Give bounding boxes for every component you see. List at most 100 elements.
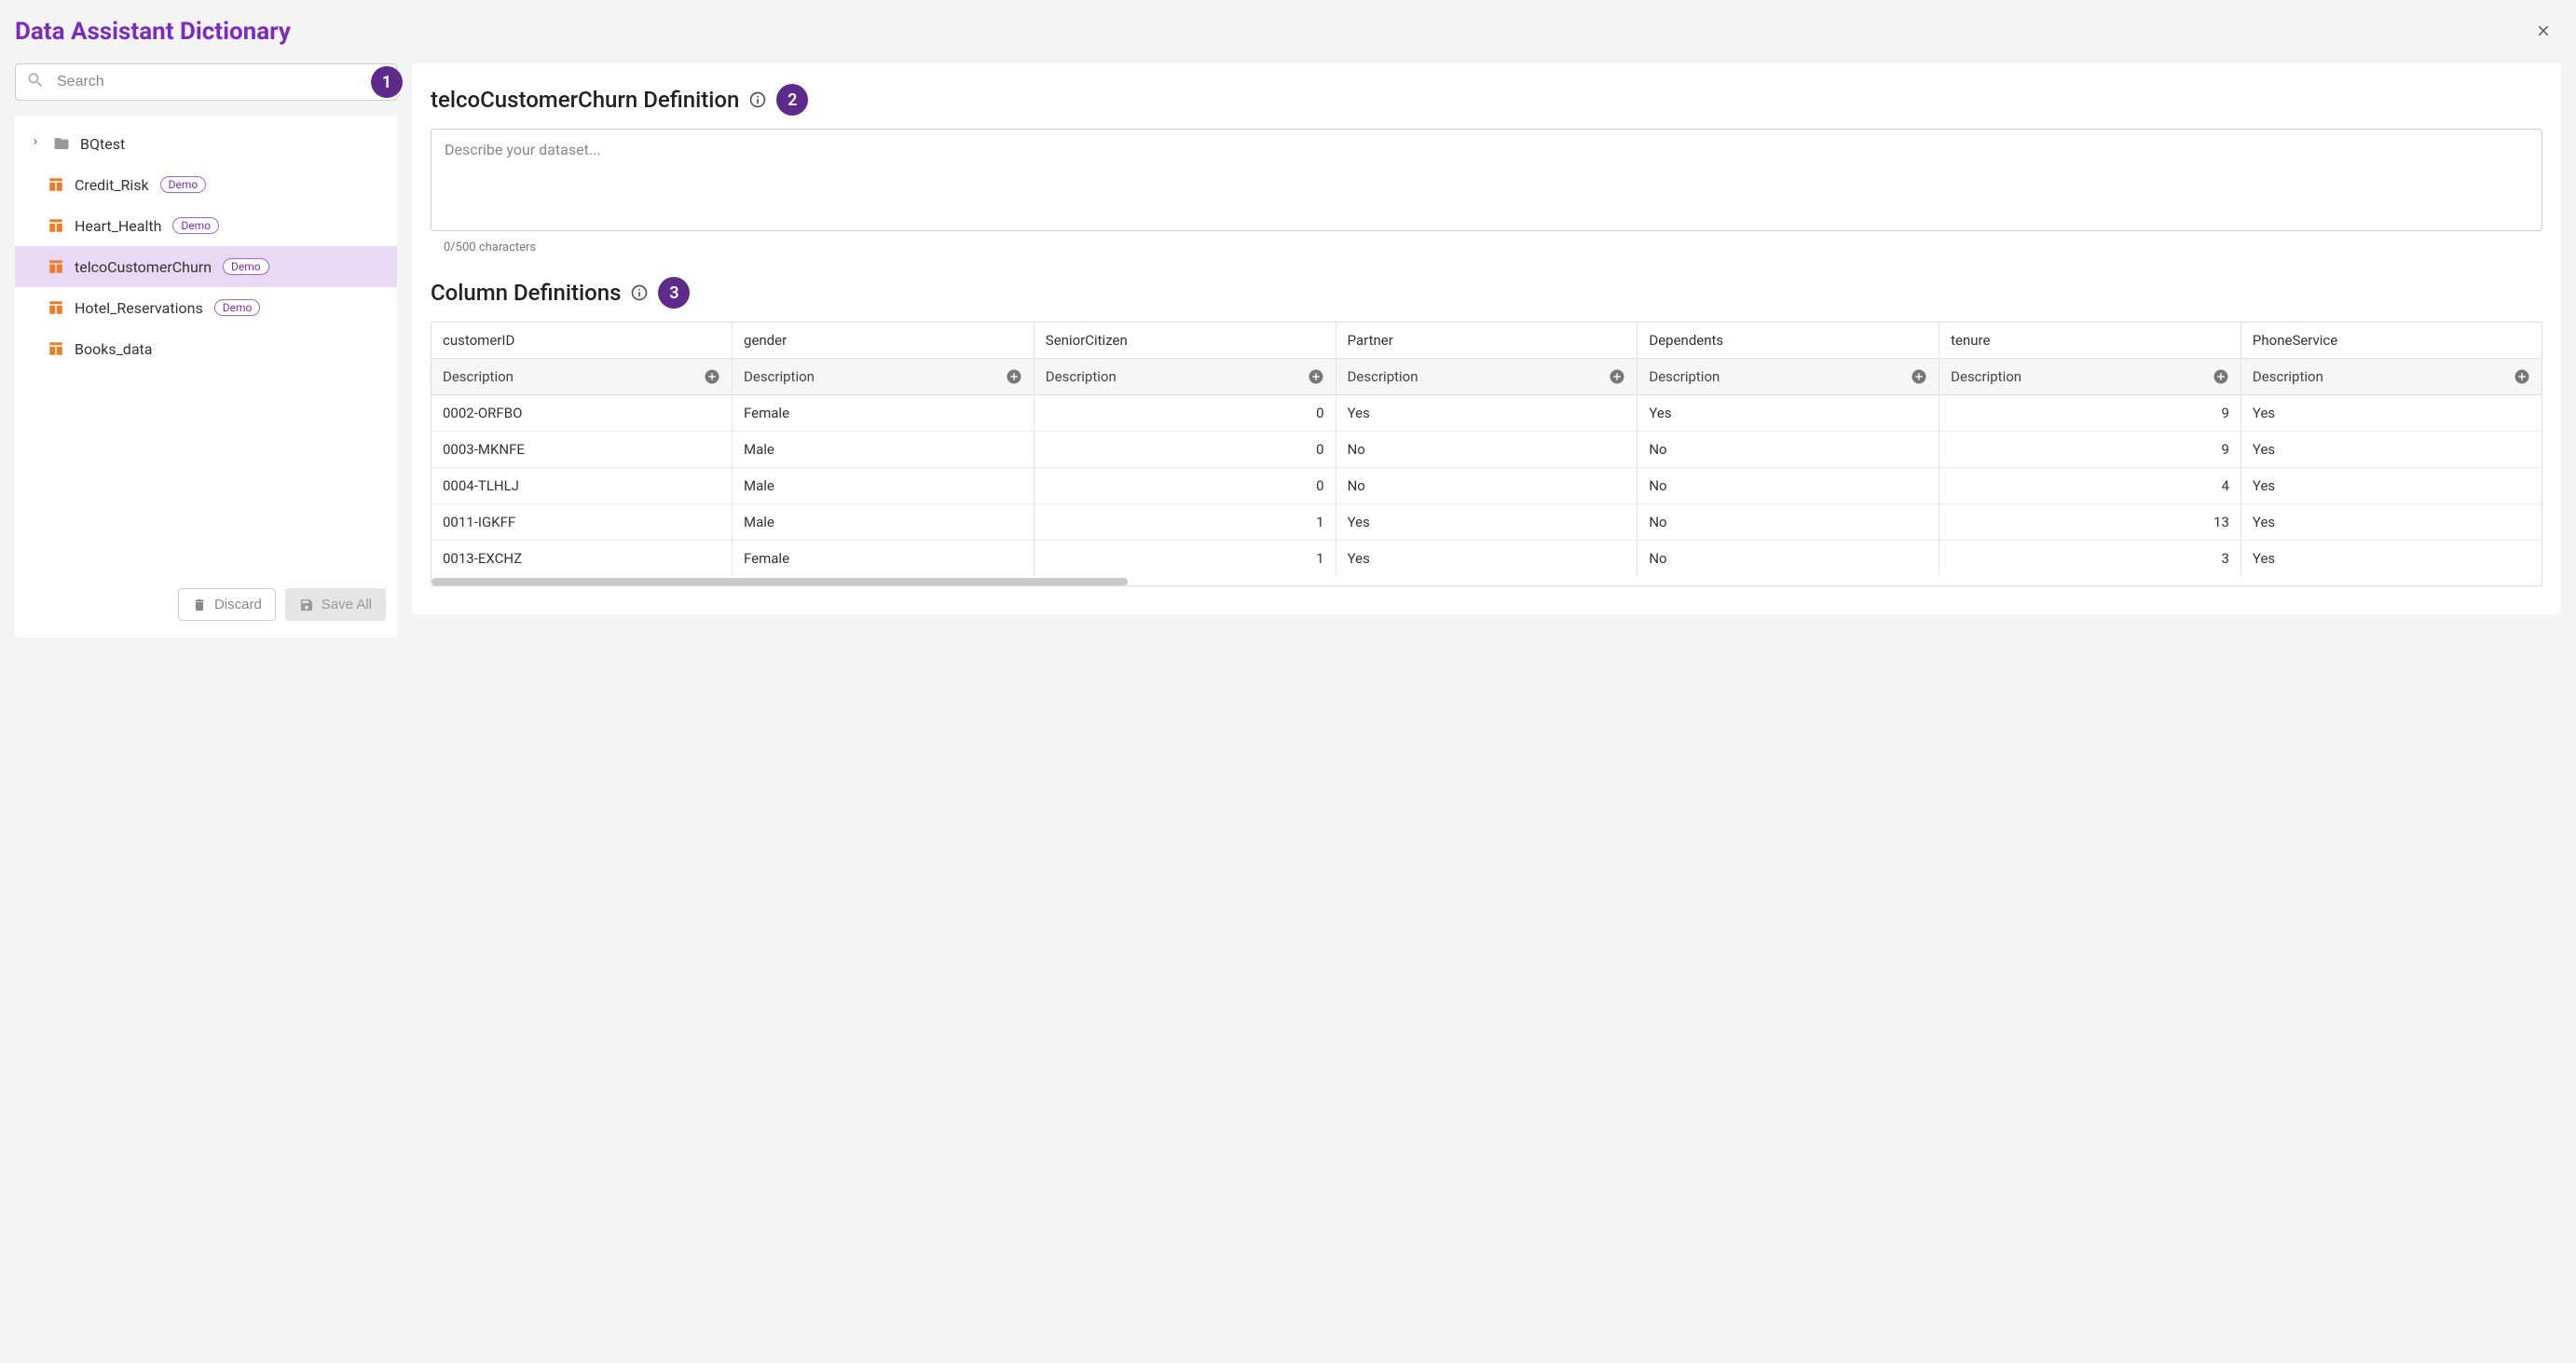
column-description-cell[interactable]: Description [1939,359,2241,395]
table-cell: 3 [1939,541,2241,577]
description-label: Description [1951,368,2021,385]
table-cell: Yes [1336,395,1637,432]
table-cell: No [1637,541,1939,577]
table-cell: 0 [1034,468,1336,504]
column-description-cell[interactable]: Description [432,359,733,395]
save-all-button[interactable]: Save All [285,588,386,621]
table-cell: 0004-TLHLJ [432,468,733,504]
table-cell: No [1637,504,1939,541]
column-description-cell[interactable]: Description [1034,359,1336,395]
table-cell: Yes [2240,395,2542,432]
tree-item-label: Books_data [75,340,152,358]
dataset-description-input[interactable] [431,129,2542,231]
tree-folder-bqtest[interactable]: BQtest [15,123,397,164]
table-cell: 0002-ORFBO [432,395,733,432]
column-header: SeniorCitizen [1034,323,1336,359]
annotation-badge-2: 2 [776,84,808,116]
search-icon [26,71,45,93]
info-icon[interactable] [630,283,649,302]
table-cell: Yes [2240,541,2542,577]
table-icon [47,216,65,235]
tree-item-heart_health[interactable]: Heart_Health Demo [15,205,397,246]
tree-item-telcocustomerchurn[interactable]: telcoCustomerChurn Demo [15,246,397,287]
discard-button[interactable]: Discard [178,588,276,621]
discard-label: Discard [214,597,262,613]
column-description-cell[interactable]: Description [1336,359,1637,395]
demo-badge: Demo [160,176,207,193]
plus-circle-icon[interactable] [2514,368,2530,385]
table-cell: Yes [2240,468,2542,504]
plus-circle-icon[interactable] [704,368,720,385]
page-title: Data Assistant Dictionary [15,18,291,46]
trash-icon [192,598,207,613]
tree-item-label: Credit_Risk [75,176,149,194]
table-icon [47,298,65,317]
table-icon [47,339,65,358]
table-cell: Yes [1336,541,1637,577]
tree-item-books_data[interactable]: Books_data [15,328,397,369]
horizontal-scrollbar[interactable] [432,578,1128,585]
demo-badge: Demo [214,299,261,316]
table-cell: 9 [1939,395,2241,432]
table-cell: Male [733,432,1035,468]
table-cell: 0003-MKNFE [432,432,733,468]
columns-table: customerIDgenderSeniorCitizenPartnerDepe… [432,323,2542,576]
column-description-cell[interactable]: Description [2240,359,2542,395]
definition-title: telcoCustomerChurn Definition [431,87,739,113]
column-description-cell[interactable]: Description [733,359,1035,395]
description-label: Description [1348,368,1418,385]
table-row: 0002-ORFBOFemale0YesYes9Yes [432,395,2542,432]
table-icon [47,257,65,276]
folder-icon [52,134,71,153]
description-label: Description [1649,368,1720,385]
char-count: 0/500 characters [444,241,2542,255]
close-icon [2535,22,2552,39]
chevron-right-icon [30,136,43,151]
table-cell: Female [733,395,1035,432]
column-header: Dependents [1637,323,1939,359]
table-cell: 13 [1939,504,2241,541]
column-description-cell[interactable]: Description [1637,359,1939,395]
column-header: gender [733,323,1035,359]
table-cell: No [1637,432,1939,468]
table-cell: 0 [1034,395,1336,432]
table-row: 0004-TLHLJMale0NoNo4Yes [432,468,2542,504]
plus-circle-icon[interactable] [1308,368,1324,385]
annotation-badge-3: 3 [658,277,690,309]
demo-badge: Demo [223,258,269,275]
dataset-tree: BQtest Credit_RiskDemoHeart_HealthDemote… [15,116,397,638]
plus-circle-icon[interactable] [1911,368,1927,385]
description-label: Description [744,368,815,385]
info-icon[interactable] [748,90,767,109]
main-panel: telcoCustomerChurn Definition 2 0/500 ch… [412,63,2561,614]
columns-table-wrap[interactable]: customerIDgenderSeniorCitizenPartnerDepe… [431,322,2542,586]
table-cell: 9 [1939,432,2241,468]
plus-circle-icon[interactable] [2213,368,2229,385]
table-cell: 0013-EXCHZ [432,541,733,577]
tree-item-label: Heart_Health [75,217,161,235]
column-header: PhoneService [2240,323,2542,359]
plus-circle-icon[interactable] [1609,368,1625,385]
table-row: 0003-MKNFEMale0NoNo9Yes [432,432,2542,468]
demo-badge: Demo [172,217,219,234]
search-input[interactable] [15,63,397,101]
table-cell: Yes [1637,395,1939,432]
close-button[interactable] [2526,15,2561,48]
column-header: tenure [1939,323,2241,359]
tree-item-label: Hotel_Reservations [75,299,203,317]
tree-item-label: telcoCustomerChurn [75,258,212,276]
table-cell: Yes [1336,504,1637,541]
table-cell: Yes [2240,432,2542,468]
table-cell: Male [733,468,1035,504]
tree-item-hotel_reservations[interactable]: Hotel_Reservations Demo [15,287,397,328]
tree-item-credit_risk[interactable]: Credit_Risk Demo [15,164,397,205]
column-header: customerID [432,323,733,359]
plus-circle-icon[interactable] [1006,368,1022,385]
table-cell: 0011-IGKFF [432,504,733,541]
save-label: Save All [322,597,372,613]
table-row: 0011-IGKFFMale1YesNo13Yes [432,504,2542,541]
table-cell: 4 [1939,468,2241,504]
table-cell: 1 [1034,541,1336,577]
table-cell: No [1336,468,1637,504]
description-label: Description [443,368,514,385]
